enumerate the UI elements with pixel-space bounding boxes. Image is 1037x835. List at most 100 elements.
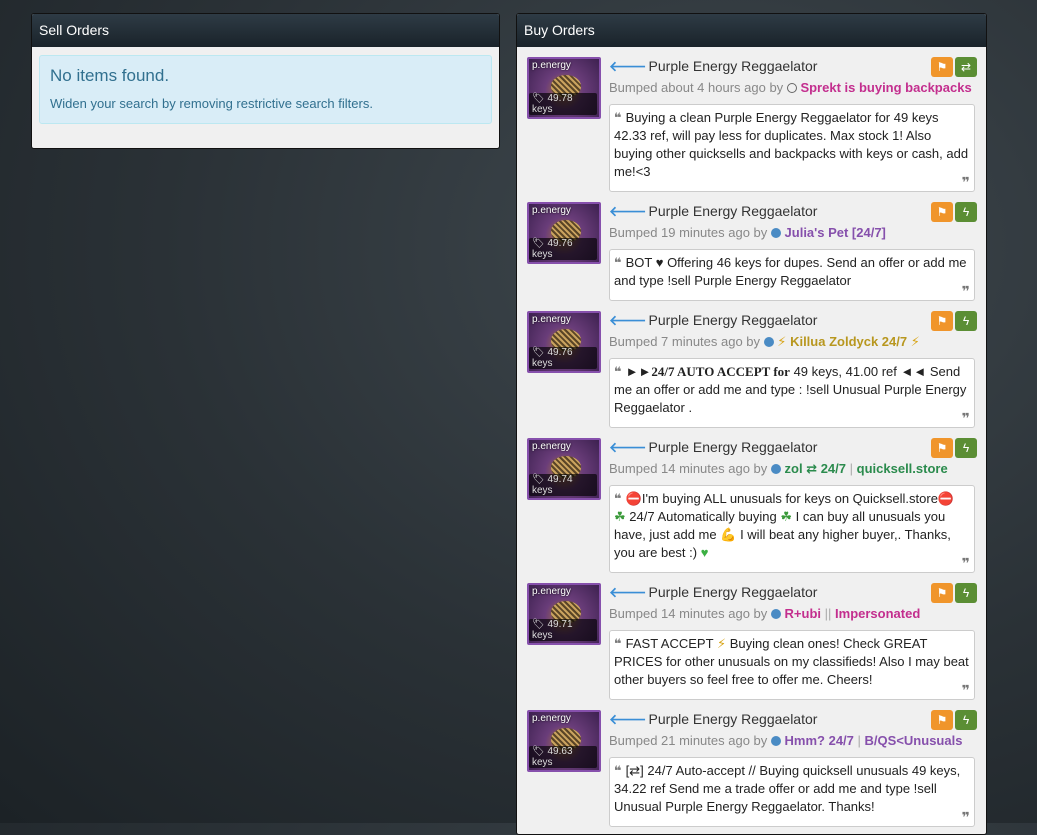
item-tag: p.energy [532,314,571,325]
no-items-title: No items found. [50,66,170,85]
user-link[interactable]: Killua Zoldyck 24/7 [790,334,907,349]
item-tag: p.energy [532,60,571,71]
online-status-icon [770,228,781,238]
user-link[interactable]: Hmm? 24/7 [785,733,854,748]
bumped-info: Bumped about 4 hours ago by Sprekt is bu… [609,80,972,95]
tag-icon: 🏷 [532,93,545,104]
clover-icon: ☘ [614,509,626,524]
online-status-icon [770,464,781,474]
user-extra[interactable]: B/QS<Unusuals [865,733,963,748]
order-actions: ⚑ ϟ [929,438,977,458]
item-thumbnail[interactable]: p.energy 🏷 49.63 keys [527,710,601,772]
green-heart-icon: ♥ [700,545,709,560]
arrow-left-icon: 🡐 [609,203,647,219]
order-message: ❝ BOT ♥ Offering 46 keys for dupes. Send … [609,249,975,301]
report-flag-button[interactable]: ⚑ [931,57,953,77]
user-link[interactable]: Julia's Pet [24/7] [785,225,886,240]
offline-status-icon [786,83,797,93]
tag-icon: 🏷 [532,619,545,630]
quote-close-icon: ❞ [961,682,970,698]
item-tag: p.energy [532,586,571,597]
quote-open-icon: ❝ [614,491,622,506]
quote-close-icon: ❞ [961,174,970,190]
instant-trade-button[interactable]: ϟ [955,710,977,730]
item-price: 🏷 49.76 keys [529,347,597,369]
flag-icon: ⚑ [936,314,948,328]
bumped-info: Bumped 7 minutes ago by ⚡ Killua Zoldyck… [609,334,920,349]
bumped-info: Bumped 21 minutes ago by Hmm? 24/7 | B/Q… [609,733,963,748]
user-link[interactable]: zol ⇄ 24/7 [785,461,846,476]
sell-orders-panel: Sell Orders No items found. Widen your s… [31,13,500,149]
order-message: ❝ ►►24/7 AUTO ACCEPT for 49 keys, 41.00 r… [609,358,975,428]
item-title[interactable]: 🡐 Purple Energy Reggaelator [609,711,817,728]
tag-icon: 🏷 [532,474,545,485]
flag-icon: ⚑ [936,713,948,727]
lightning-icon: ϟ [962,586,970,600]
sell-orders-title: Sell Orders [32,14,499,47]
lightning-icon: ⚡ [777,334,787,349]
bumped-info: Bumped 19 minutes ago by Julia's Pet [24… [609,225,886,240]
lightning-icon: ϟ [962,713,970,727]
report-flag-button[interactable]: ⚑ [931,202,953,222]
item-price: 🏷 49.63 keys [529,746,597,768]
arrow-left-icon: 🡐 [609,584,647,600]
order-message: ❝ ⛔I'm buying ALL unusuals for keys on Qu… [609,485,975,573]
order-actions: ⚑ ϟ [929,583,977,603]
separator: | [849,461,854,476]
lightning-icon: ⚡ [716,636,727,651]
separator: | [857,733,861,748]
lightning-icon: ϟ [962,441,970,455]
online-status-icon [770,736,781,746]
instant-trade-button[interactable]: ϟ [955,202,977,222]
item-tag: p.energy [532,441,571,452]
report-flag-button[interactable]: ⚑ [931,438,953,458]
item-thumbnail[interactable]: p.energy 🏷 49.76 keys [527,311,601,373]
report-flag-button[interactable]: ⚑ [931,583,953,603]
user-extra[interactable]: Impersonated [835,606,920,621]
quote-open-icon: ❝ [614,763,622,778]
order-actions: ⚑ ϟ [929,710,977,730]
item-title[interactable]: 🡐 Purple Energy Reggaelator [609,58,817,75]
report-flag-button[interactable]: ⚑ [931,311,953,331]
item-thumbnail[interactable]: p.energy 🏷 49.71 keys [527,583,601,645]
item-title[interactable]: 🡐 Purple Energy Reggaelator [609,439,817,456]
no-entry-icon: ⛔ [625,491,642,506]
item-tag: p.energy [532,205,571,216]
quote-close-icon: ❞ [961,555,970,571]
item-title[interactable]: 🡐 Purple Energy Reggaelator [609,584,817,601]
lightning-icon: ϟ [962,314,970,328]
item-price: 🏷 49.78 keys [529,93,597,115]
instant-trade-button[interactable]: ϟ [955,583,977,603]
report-flag-button[interactable]: ⚑ [931,710,953,730]
quote-open-icon: ❝ [614,636,622,651]
trade-offer-button[interactable]: ⇄ [955,57,977,77]
tag-icon: 🏷 [532,746,545,757]
item-title[interactable]: 🡐 Purple Energy Reggaelator [609,203,817,220]
instant-trade-button[interactable]: ϟ [955,438,977,458]
buy-order: p.energy 🏷 49.63 keys 🡐 Purple Energy Reg… [527,710,977,833]
item-price: 🏷 49.74 keys [529,474,597,496]
quote-close-icon: ❞ [961,410,970,426]
quote-open-icon: ❝ [614,255,622,270]
flag-icon: ⚑ [936,60,948,74]
instant-trade-button[interactable]: ϟ [955,311,977,331]
item-thumbnail[interactable]: p.energy 🏷 49.76 keys [527,202,601,264]
order-message: ❝ FAST ACCEPT ⚡ Buying clean ones! Check … [609,630,975,700]
user-site-link[interactable]: quicksell.store [857,461,948,476]
separator: || [824,606,832,621]
bumped-info: Bumped 14 minutes ago by zol ⇄ 24/7 | qu… [609,461,948,476]
arrow-left-icon: 🡐 [609,312,647,328]
quote-open-icon: ❝ [614,364,622,379]
item-price: 🏷 49.76 keys [529,238,597,260]
item-thumbnail[interactable]: p.energy 🏷 49.74 keys [527,438,601,500]
no-items-alert: No items found. Widen your search by rem… [39,55,492,124]
item-thumbnail[interactable]: p.energy 🏷 49.78 keys [527,57,601,119]
buy-order: p.energy 🏷 49.76 keys 🡐 Purple Energy Reg… [527,311,977,434]
user-link[interactable]: R+ubi [785,606,821,621]
item-title[interactable]: 🡐 Purple Energy Reggaelator [609,312,817,329]
lightning-icon: ⚡ [910,334,920,349]
no-items-hint: Widen your search by removing restrictiv… [50,96,373,111]
buy-orders-panel: Buy Orders p.energy 🏷 49.78 keys 🡐 Purple… [516,13,987,835]
tag-icon: 🏷 [532,238,545,249]
user-link[interactable]: Sprekt is buying backpacks [800,80,971,95]
